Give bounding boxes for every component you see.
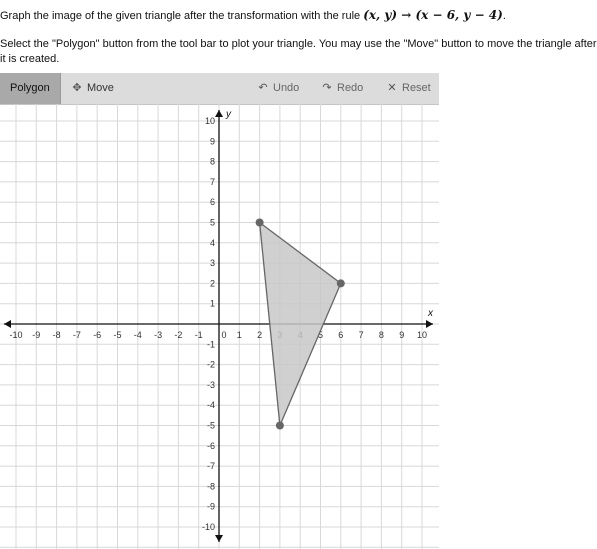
y-axis-arrow-up xyxy=(215,110,223,117)
coordinate-plane[interactable]: xy -10-9-8-7-6-5-4-3-2-10123456789101098… xyxy=(0,104,439,549)
x-tick-label: -7 xyxy=(73,330,81,340)
y-tick-label: 4 xyxy=(210,238,215,248)
x-tick-label: -10 xyxy=(9,330,22,340)
reset-button-label: Reset xyxy=(402,82,431,94)
x-tick-label: 6 xyxy=(338,330,343,340)
move-arrows-icon: ✥ xyxy=(72,82,82,94)
redo-arrow-icon: ↷ xyxy=(322,82,332,94)
triangle-vertex-point[interactable] xyxy=(336,279,345,288)
x-tick-label: 7 xyxy=(359,330,364,340)
y-tick-label: -7 xyxy=(207,461,215,471)
y-axis-arrow-down xyxy=(215,535,223,542)
instruction-toolbar-line: Select the "Polygon" button from the too… xyxy=(0,38,597,65)
x-tick-label: 9 xyxy=(399,330,404,340)
transformation-rule: (x, y) → (x − 6, y − 4) xyxy=(363,8,503,22)
x-tick-label: 1 xyxy=(237,330,242,340)
x-tick-label: -9 xyxy=(32,330,40,340)
y-tick-label: 6 xyxy=(210,197,215,207)
x-tick-label: -4 xyxy=(134,330,142,340)
y-tick-label: 10 xyxy=(205,116,215,126)
y-tick-label: 2 xyxy=(210,278,215,288)
y-tick-label: -1 xyxy=(207,339,215,349)
x-axis-arrow-left xyxy=(4,320,11,328)
y-tick-label: -10 xyxy=(202,522,215,532)
redo-button[interactable]: ↷ Redo xyxy=(320,73,363,104)
y-tick-label: 7 xyxy=(210,177,215,187)
reset-button[interactable]: ✕ Reset xyxy=(385,73,431,104)
undo-button-label: Undo xyxy=(273,82,300,94)
x-tick-label: -5 xyxy=(113,330,121,340)
x-tick-label: 2 xyxy=(257,330,262,340)
x-axis-arrow-right xyxy=(426,320,433,328)
undo-button[interactable]: ↶ Undo xyxy=(256,73,299,104)
x-tick-label: -2 xyxy=(174,330,182,340)
x-tick-label: -1 xyxy=(195,330,203,340)
triangle-vertex-point[interactable] xyxy=(255,218,264,227)
x-tick-label: 0 xyxy=(221,330,226,340)
triangle-vertex-point[interactable] xyxy=(275,421,284,430)
axes: xy xyxy=(4,109,434,542)
x-axis-label: x xyxy=(427,308,434,319)
redo-button-label: Redo xyxy=(337,82,364,94)
undo-arrow-icon: ↶ xyxy=(258,82,268,94)
x-tick-label: 10 xyxy=(417,330,427,340)
y-tick-label: -5 xyxy=(207,421,215,431)
x-tick-label: -8 xyxy=(53,330,61,340)
close-x-icon: ✕ xyxy=(387,82,397,94)
instruction-text: Graph the image of the given triangle af… xyxy=(0,10,361,22)
y-tick-label: 9 xyxy=(210,136,215,146)
y-tick-label: -6 xyxy=(207,441,215,451)
instruction-period: . xyxy=(502,10,506,22)
move-button-label: Move xyxy=(87,82,114,94)
polygon-button-label: Polygon xyxy=(10,82,50,94)
y-tick-label: -3 xyxy=(207,380,215,390)
y-tick-label: 5 xyxy=(210,218,215,228)
y-axis-label: y xyxy=(225,109,232,120)
y-tick-label: 1 xyxy=(210,299,215,309)
y-tick-label: -9 xyxy=(207,502,215,512)
move-button[interactable]: ✥ Move xyxy=(70,73,114,104)
x-tick-label: 8 xyxy=(379,330,384,340)
y-tick-label: -4 xyxy=(207,400,215,410)
polygon-button[interactable]: Polygon xyxy=(0,73,61,104)
y-tick-label: -8 xyxy=(207,481,215,491)
x-tick-label: -3 xyxy=(154,330,162,340)
y-tick-label: -2 xyxy=(207,360,215,370)
instruction-rule-line: Graph the image of the given triangle af… xyxy=(0,8,506,22)
x-tick-label: -6 xyxy=(93,330,101,340)
y-tick-label: 8 xyxy=(210,157,215,167)
graph-toolbar: Polygon ✥ Move ↶ Undo ↷ Redo ✕ Reset xyxy=(0,73,439,105)
y-tick-label: 3 xyxy=(210,258,215,268)
